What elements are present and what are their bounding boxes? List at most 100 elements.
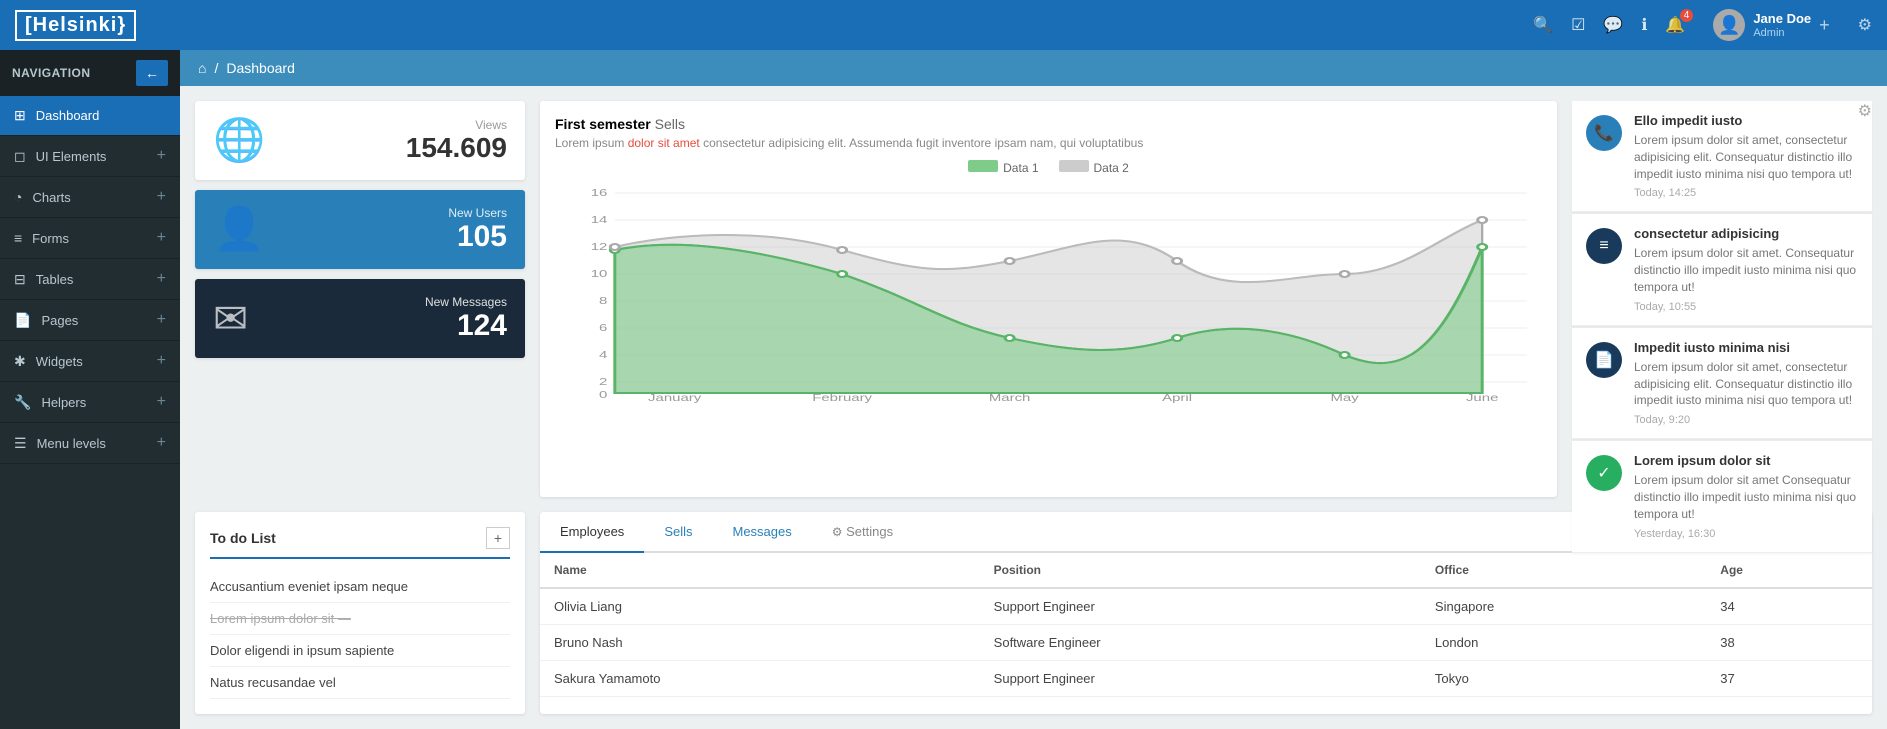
col-position: Position <box>980 553 1421 588</box>
notifications-gear-icon[interactable]: ⚙ <box>1858 101 1872 121</box>
todo-add-btn[interactable]: + <box>486 527 510 549</box>
table-row: Sakura Yamamoto Support Engineer Tokyo 3… <box>540 661 1872 697</box>
todo-item-2: Dolor eligendi in ipsum sapiente <box>210 635 510 667</box>
bell-icon[interactable]: 🔔 4 <box>1665 15 1685 35</box>
svg-text:10: 10 <box>591 268 608 280</box>
home-icon[interactable]: ⌂ <box>198 60 206 76</box>
svg-text:0: 0 <box>599 389 607 401</box>
user-area[interactable]: 👤 Jane Doe Admin + <box>1713 9 1829 41</box>
tab-settings[interactable]: ⚙ Settings <box>812 512 913 553</box>
sidebar-toggle-btn[interactable]: ← <box>136 60 168 86</box>
cell-position: Support Engineer <box>980 661 1421 697</box>
tab-messages[interactable]: Messages <box>713 512 812 553</box>
svg-text:2: 2 <box>599 376 607 388</box>
sidebar-label-charts: Charts <box>32 190 70 205</box>
user-plus-btn[interactable]: + <box>1819 15 1830 36</box>
notifications-panel: ⚙ 📞 Ello impedit iusto Lorem ipsum dolor… <box>1572 101 1872 497</box>
forms-icon: ≡ <box>14 230 22 246</box>
top-gear-icon[interactable]: ⚙ <box>1858 15 1872 35</box>
todo-section: To do List + Accusantium eveniet ipsam n… <box>195 512 525 714</box>
notif-item-1: ≡ consectetur adipisicing Lorem ipsum do… <box>1572 214 1872 325</box>
sidebar-item-ui-elements[interactable]: ◻ UI Elements + <box>0 136 180 177</box>
svg-text:16: 16 <box>591 187 608 199</box>
brand-logo: [Helsinki} <box>15 10 136 41</box>
notif-item-0: 📞 Ello impedit iusto Lorem ipsum dolor s… <box>1572 101 1872 212</box>
menu-levels-icon: ☰ <box>14 435 27 452</box>
todo-title: To do List <box>210 530 276 546</box>
settings-gear-icon: ⚙ <box>832 525 843 539</box>
main-content: 🌐 Views 154.609 👤 New Users 105 <box>180 86 1887 729</box>
col-age: Age <box>1706 553 1872 588</box>
sidebar-item-menu-levels[interactable]: ☰ Menu levels + <box>0 423 180 464</box>
legend-item-data2: Data 2 <box>1059 160 1129 175</box>
chat-icon[interactable]: 💬 <box>1603 15 1623 35</box>
breadcrumb-separator: / <box>214 60 218 76</box>
sidebar-item-pages[interactable]: 📄 Pages + <box>0 300 180 341</box>
sidebar-label-helpers: Helpers <box>41 395 86 410</box>
svg-text:4: 4 <box>599 349 607 361</box>
sidebar-item-forms[interactable]: ≡ Forms + <box>0 218 180 259</box>
info-icon[interactable]: ℹ <box>1641 15 1647 35</box>
notif-time-3: Yesterday, 16:30 <box>1634 528 1858 540</box>
sidebar-item-dashboard[interactable]: ⊞ Dashboard <box>0 96 180 136</box>
tab-employees[interactable]: Employees <box>540 512 644 553</box>
notif-title-1: consectetur adipisicing <box>1634 226 1858 241</box>
todo-item-0: Accusantium eveniet ipsam neque <box>210 571 510 603</box>
notif-item-2: 📄 Impedit iusto minima nisi Lorem ipsum … <box>1572 328 1872 439</box>
col-office: Office <box>1421 553 1706 588</box>
search-icon[interactable]: 🔍 <box>1533 15 1553 35</box>
table-row: Olivia Liang Support Engineer Singapore … <box>540 588 1872 625</box>
todo-item-1: Lorem ipsum dolor sit — <box>210 603 510 635</box>
notif-title-2: Impedit iusto minima nisi <box>1634 340 1858 355</box>
svg-text:6: 6 <box>599 322 607 334</box>
sidebar-item-tables[interactable]: ⊟ Tables + <box>0 259 180 300</box>
sidebar-nav-label: Navigation <box>12 66 91 80</box>
cell-name: Sakura Yamamoto <box>540 661 980 697</box>
table-header-row: Name Position Office Age <box>540 553 1872 588</box>
messages-label: New Messages <box>425 295 507 309</box>
notif-time-2: Today, 9:20 <box>1634 414 1858 426</box>
cell-office: London <box>1421 625 1706 661</box>
content-area: ⌂ / Dashboard 🌐 Views 154.609 <box>180 50 1887 729</box>
stat-card-views: 🌐 Views 154.609 <box>195 101 525 180</box>
notif-text-3: Lorem ipsum dolor sit amet Consequatur d… <box>1634 472 1858 522</box>
chart-subtitle-link[interactable]: dolor sit amet <box>628 136 700 150</box>
svg-text:14: 14 <box>591 214 608 226</box>
sidebar-item-helpers[interactable]: 🔧 Helpers + <box>0 382 180 423</box>
messages-value: 124 <box>425 309 507 343</box>
notif-icon-phone: 📞 <box>1586 115 1622 151</box>
tables-icon: ⊟ <box>14 271 26 288</box>
sidebar-label-ui-elements: UI Elements <box>36 149 107 164</box>
tab-sells[interactable]: Sells <box>644 512 712 553</box>
menu-levels-plus-icon: + <box>157 434 166 452</box>
todo-header: To do List + <box>210 527 510 559</box>
notif-icon-doc: 📄 <box>1586 342 1622 378</box>
users-value: 105 <box>448 220 507 254</box>
line-chart: 16 14 12 10 8 6 4 2 0 January February <box>555 183 1542 403</box>
sidebar-label-tables: Tables <box>36 272 74 287</box>
sidebar-label-forms: Forms <box>32 231 69 246</box>
body-wrapper: Navigation ← ⊞ Dashboard ◻ UI Elements +… <box>0 50 1887 729</box>
chart-section: First semester Sells Lorem ipsum dolor s… <box>540 101 1557 497</box>
users-label: New Users <box>448 206 507 220</box>
sidebar-item-widgets[interactable]: ✱ Widgets + <box>0 341 180 382</box>
breadcrumb-current: Dashboard <box>226 60 295 76</box>
helpers-icon: 🔧 <box>14 394 31 411</box>
cell-age: 37 <box>1706 661 1872 697</box>
notif-time-0: Today, 14:25 <box>1634 187 1858 199</box>
sidebar-item-charts[interactable]: ◔ Charts + <box>0 177 180 218</box>
svg-text:12: 12 <box>591 241 608 253</box>
cell-position: Software Engineer <box>980 625 1421 661</box>
table-head: Name Position Office Age <box>540 553 1872 588</box>
stat-cards: 🌐 Views 154.609 👤 New Users 105 <box>195 101 525 497</box>
views-label: Views <box>406 118 507 132</box>
tasks-icon[interactable]: ☑ <box>1571 15 1585 35</box>
dashboard-icon: ⊞ <box>14 107 26 124</box>
stat-card-users: 👤 New Users 105 <box>195 190 525 269</box>
chart-legend: Data 1 Data 2 <box>555 160 1542 175</box>
cell-office: Singapore <box>1421 588 1706 625</box>
legend-item-data1: Data 1 <box>968 160 1038 175</box>
ui-elements-icon: ◻ <box>14 148 26 165</box>
svg-text:8: 8 <box>599 295 607 307</box>
messages-icon: ✉ <box>213 294 248 343</box>
